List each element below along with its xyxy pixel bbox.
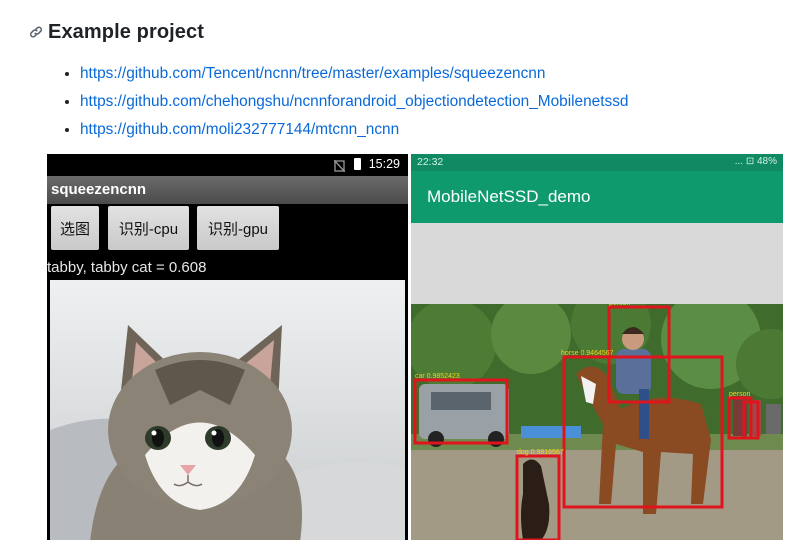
list-item: https://github.com/chehongshu/ncnnforand…: [80, 88, 628, 116]
link-mtcnn[interactable]: https://github.com/moli232777144/mtcnn_n…: [80, 121, 399, 138]
link-squeezencnn[interactable]: https://github.com/Tencent/ncnn/tree/mas…: [80, 65, 545, 82]
project-link-list: https://github.com/Tencent/ncnn/tree/mas…: [58, 60, 628, 144]
app-title: squeezencnn: [51, 181, 147, 198]
detection-photo: car 0.9852423 horse 0.9464567 dog 0.9816…: [411, 304, 783, 540]
status-time: 15:29: [368, 157, 400, 171]
no-sim-icon: [333, 159, 346, 177]
detection-label-dog: dog 0.9816567: [517, 449, 564, 456]
detection-label-bystander: person: [729, 391, 751, 398]
classification-result: tabby, tabby cat = 0.608: [47, 259, 207, 276]
app-bar: MobileNetSSD_demo: [411, 171, 783, 223]
list-item: https://github.com/moli232777144/mtcnn_n…: [80, 116, 628, 144]
app-title: MobileNetSSD_demo: [427, 187, 591, 206]
app-title-bar: squeezencnn: [47, 176, 408, 204]
status-bar: 15:29: [47, 154, 408, 176]
detection-label-car: car 0.9852423: [415, 373, 460, 380]
squeezencnn-screenshot: 15:29 squeezencnn 选图 识别-cpu 识别-gpu tabby…: [47, 154, 408, 540]
status-time: 22:32: [417, 156, 444, 168]
status-indicators: ... ⊡ 48%: [734, 156, 777, 167]
recognize-cpu-button[interactable]: 识别-cpu: [108, 206, 189, 250]
cat-photo: [50, 280, 405, 540]
list-item: https://github.com/Tencent/ncnn/tree/mas…: [80, 60, 628, 88]
detection-label-rider: person: [609, 304, 631, 307]
detection-label-horse: horse 0.9464567: [561, 350, 614, 357]
link-icon[interactable]: [28, 23, 46, 41]
battery-icon: [354, 158, 361, 170]
section-heading: Example project: [28, 18, 204, 46]
mobilenetssd-screenshot: 22:32 ... ⊡ 48% MobileNetSSD_demo car 0.…: [411, 154, 783, 540]
select-image-button[interactable]: 选图: [51, 206, 99, 250]
recognize-gpu-button[interactable]: 识别-gpu: [197, 206, 279, 250]
link-mobilenetssd[interactable]: https://github.com/chehongshu/ncnnforand…: [80, 93, 628, 110]
status-bar: 22:32 ... ⊡ 48%: [411, 154, 783, 171]
section-title: Example project: [48, 20, 205, 43]
